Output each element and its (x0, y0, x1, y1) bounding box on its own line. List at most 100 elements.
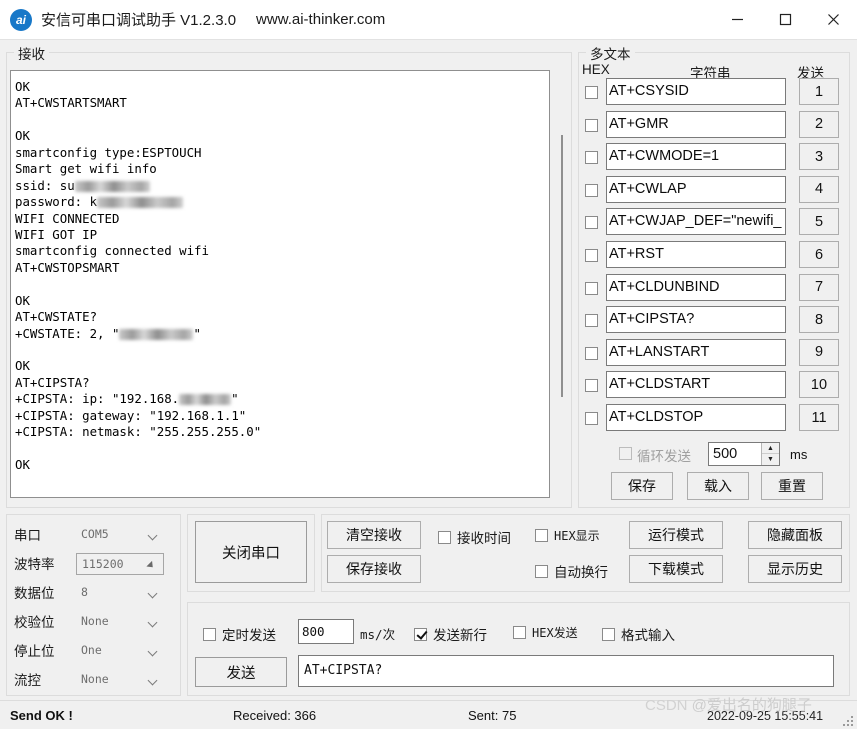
command-input-2[interactable]: AT+GMR (606, 110, 786, 138)
redacted-text (179, 394, 232, 406)
serial-field-select-0[interactable]: COM5 (76, 524, 164, 546)
receive-line (15, 441, 545, 457)
hex-checkbox-11[interactable] (585, 412, 598, 425)
loop-send-checkbox[interactable] (619, 447, 632, 460)
hex-display-checkbox[interactable]: HEX显示 (535, 527, 600, 544)
send-slot-button-4[interactable]: 4 (799, 175, 839, 203)
hide-panel-button[interactable]: 隐藏面板 (748, 521, 842, 549)
hex-checkbox-10[interactable] (585, 379, 598, 393)
hex-checkbox-1[interactable] (585, 86, 598, 99)
send-slot-button-8[interactable]: 8 (799, 306, 839, 334)
save-button[interactable]: 保存 (611, 472, 673, 500)
receive-group-label: 接收 (14, 43, 49, 63)
format-input-label: 格式输入 (621, 628, 675, 643)
hex-checkbox-2[interactable] (585, 118, 598, 132)
stepper-down-icon[interactable]: ▼ (762, 454, 779, 465)
status-sent: Sent: 75 (468, 708, 517, 723)
clear-receive-button[interactable]: 清空接收 (327, 521, 421, 549)
status-received: Received: 366 (233, 708, 317, 723)
hex-checkbox-9[interactable] (585, 346, 598, 360)
serial-field-select-1[interactable]: 115200 (76, 553, 164, 575)
serial-field-select-4[interactable]: One (76, 640, 164, 662)
receive-line: WIFI GOT IP (15, 226, 98, 242)
receive-line: Smart get wifi info (15, 161, 157, 177)
window-controls (713, 0, 857, 40)
send-interval-input[interactable]: 800 (298, 619, 354, 644)
send-newline-checkbox[interactable]: 发送新行 (414, 624, 487, 644)
auto-wrap-checkbox[interactable]: 自动换行 (535, 561, 608, 581)
send-input[interactable]: AT+CIPSTA? (298, 655, 834, 687)
command-input-8[interactable]: AT+CIPSTA? (606, 306, 786, 334)
multitext-row: AT+RST 6 (582, 241, 844, 272)
checkbox-box (438, 530, 451, 544)
download-mode-button[interactable]: 下载模式 (629, 555, 723, 583)
hex-checkbox-8[interactable] (585, 314, 598, 328)
serial-field-label: 串口 (14, 528, 41, 543)
send-slot-button-6[interactable]: 6 (799, 241, 839, 268)
command-input-1[interactable]: AT+CSYSID (606, 78, 786, 105)
command-input-9[interactable]: AT+LANSTART (606, 338, 786, 366)
send-slot-button-7[interactable]: 7 (799, 273, 839, 301)
multitext-row: AT+CLDSTOP 11 (582, 404, 844, 435)
command-input-11[interactable]: AT+CLDSTOP (606, 404, 786, 431)
minimize-icon[interactable] (713, 0, 761, 40)
command-input-5[interactable]: AT+CWJAP_DEF="newifi_ (606, 208, 786, 236)
receive-line: OK (15, 128, 30, 144)
receive-line: password: k (15, 194, 545, 210)
title-bar: ai 安信可串口调试助手 V1.2.3.0 www.ai-thinker.com (0, 0, 857, 40)
serial-field-label: 校验位 (14, 615, 55, 630)
load-button[interactable]: 载入 (687, 472, 749, 500)
command-input-6[interactable]: AT+RST (606, 241, 786, 268)
hex-checkbox-5[interactable] (585, 216, 598, 230)
serial-field-row: 停止位 One (14, 640, 174, 664)
hex-checkbox-7[interactable] (585, 281, 598, 295)
send-slot-button-2[interactable]: 2 (799, 110, 839, 138)
send-slot-button-10[interactable]: 10 (799, 371, 839, 399)
receive-line: OK (15, 358, 30, 374)
send-slot-button-3[interactable]: 3 (799, 143, 839, 171)
run-mode-button[interactable]: 运行模式 (629, 521, 723, 549)
stepper-up-icon[interactable]: ▲ (762, 443, 779, 454)
receive-line: AT+CWSTATE? (15, 309, 98, 325)
send-slot-button-5[interactable]: 5 (799, 208, 839, 236)
receive-line: +CIPSTA: netmask: "255.255.255.0" (15, 424, 262, 440)
reset-button[interactable]: 重置 (761, 472, 823, 500)
save-receive-button[interactable]: 保存接收 (327, 555, 421, 583)
receive-textarea[interactable]: OK AT+CWSTARTSMART OK smartconfig type:ESP… (10, 70, 550, 498)
command-input-4[interactable]: AT+CWLAP (606, 175, 786, 203)
serial-field-select-3[interactable]: None (76, 611, 164, 633)
format-input-checkbox[interactable]: 格式输入 (602, 624, 675, 644)
serial-field-select-2[interactable]: 8 (76, 582, 164, 604)
command-input-10[interactable]: AT+CLDSTART (606, 371, 786, 399)
checkbox-box (513, 626, 526, 639)
serial-field-select-5[interactable]: None (76, 669, 164, 691)
multitext-row: AT+CWLAP 4 (582, 175, 844, 207)
loop-interval-unit: ms (790, 447, 808, 462)
loop-interval-stepper[interactable]: 500 ▲ ▼ (708, 442, 780, 466)
receive-time-checkbox[interactable]: 接收时间 (438, 527, 511, 547)
serial-field-row: 校验位 None (14, 611, 174, 635)
send-slot-button-11[interactable]: 11 (799, 404, 839, 431)
send-button[interactable]: 发送 (195, 657, 287, 687)
hex-send-checkbox[interactable]: HEX发送 (513, 624, 578, 641)
multitext-row: AT+GMR 2 (582, 110, 844, 142)
timed-send-checkbox[interactable]: 定时发送 (203, 624, 276, 644)
send-slot-button-1[interactable]: 1 (799, 78, 839, 105)
stepper-buttons[interactable]: ▲ ▼ (761, 443, 779, 465)
send-slot-button-9[interactable]: 9 (799, 338, 839, 366)
hex-checkbox-3[interactable] (585, 151, 598, 165)
multitext-row: AT+LANSTART 9 (582, 338, 844, 370)
hex-checkbox-4[interactable] (585, 183, 598, 197)
checkbox-box (414, 627, 427, 641)
hex-checkbox-6[interactable] (585, 249, 598, 262)
multitext-row: AT+CLDSTART 10 (582, 371, 844, 402)
multitext-group-label: 多文本 (586, 43, 635, 63)
maximize-icon[interactable] (761, 0, 809, 40)
command-input-3[interactable]: AT+CWMODE=1 (606, 143, 786, 171)
multitext-row: AT+CSYSID 1 (582, 78, 844, 109)
resize-grip-icon[interactable] (842, 715, 854, 727)
close-icon[interactable] (809, 0, 857, 40)
close-serial-port-button[interactable]: 关闭串口 (195, 521, 307, 583)
show-history-button[interactable]: 显示历史 (748, 555, 842, 583)
command-input-7[interactable]: AT+CLDUNBIND (606, 273, 786, 301)
